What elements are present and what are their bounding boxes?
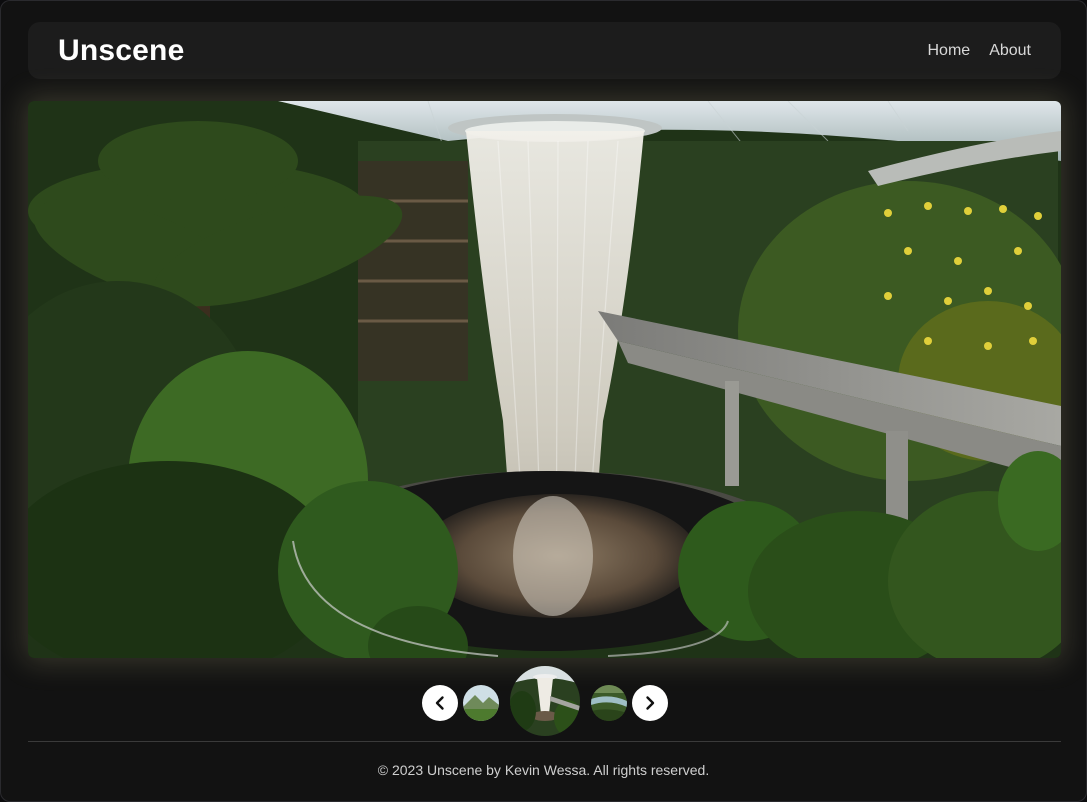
footer-divider (28, 741, 1061, 742)
nav-links: Home About (928, 42, 1032, 60)
landscape-waterfall-icon (510, 666, 580, 736)
next-button[interactable] (632, 685, 668, 721)
thumbnail-2-active[interactable] (510, 666, 580, 736)
prev-button[interactable] (422, 685, 458, 721)
nav-about-link[interactable]: About (989, 42, 1031, 60)
chevron-right-icon (646, 696, 655, 710)
thumbnail-carousel (0, 666, 1087, 738)
hero-image (28, 101, 1061, 658)
nav-home-link[interactable]: Home (928, 42, 971, 60)
landscape-mountain-icon (463, 685, 499, 721)
landscape-river-icon (591, 685, 627, 721)
thumbnail-1[interactable] (463, 685, 499, 721)
brand-logo[interactable]: Unscene (58, 34, 184, 68)
waterfall-photo (28, 101, 1061, 658)
thumbnail-3[interactable] (591, 685, 627, 721)
app-window: Unscene Home About © 2023 Unscene by Kev… (0, 0, 1087, 802)
footer-copyright: © 2023 Unscene by Kevin Wessa. All right… (377, 762, 710, 778)
chevron-left-icon (435, 696, 444, 710)
navbar: Unscene Home About (28, 22, 1061, 79)
